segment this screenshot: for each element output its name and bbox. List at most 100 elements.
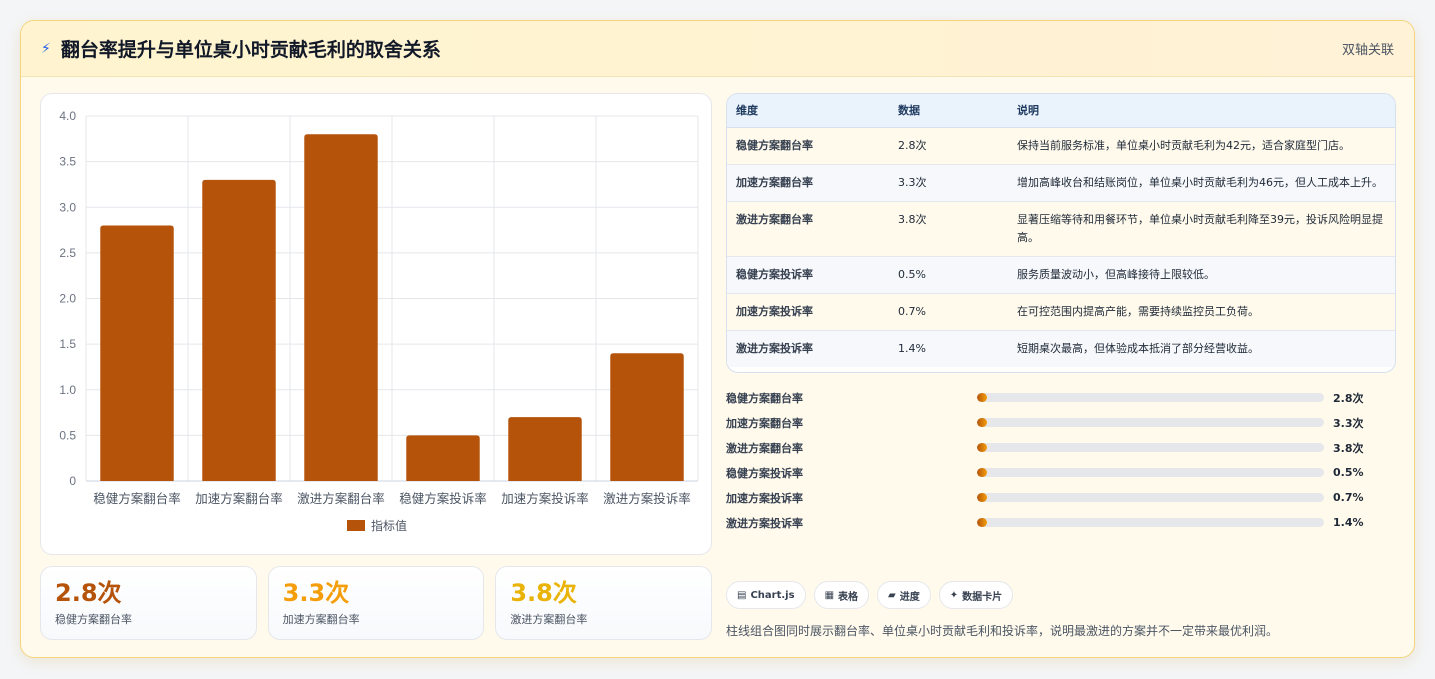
progress-value: 1.4%	[1333, 516, 1364, 529]
table-header-row: 维度 数据 说明	[727, 94, 1395, 128]
progress-row: 加速方案翻台率 3.3次	[726, 410, 1396, 435]
table-header-dim: 维度	[727, 94, 889, 128]
table-header-value: 数据	[889, 94, 1008, 128]
main-card: ⚡ 翻台率提升与单位桌小时贡献毛利的取舍关系 双轴关联 0 0.5 1.0 1.5 2.…	[20, 20, 1415, 658]
progress-value: 3.8次	[1333, 441, 1364, 455]
y-tick-label: 4.0	[59, 109, 76, 123]
table-cell-value: 2.8次	[889, 127, 1008, 165]
card-header: ⚡ 翻台率提升与单位桌小时贡献毛利的取舍关系 双轴关联	[21, 21, 1414, 77]
y-tick-label: 3.0	[59, 200, 76, 214]
x-tick-label: 稳健方案翻台率	[93, 491, 181, 506]
chip-table[interactable]: ▦ 表格	[813, 581, 870, 609]
table-cell-desc: 短期桌次最高，但体验成本抵消了部分经营收益。	[1008, 330, 1395, 367]
progress-icon: ▰	[888, 589, 896, 601]
stat-label: 加速方案翻台率	[282, 613, 360, 626]
stat-value: 3.8次	[510, 579, 577, 607]
bar	[406, 435, 480, 481]
table-cell-dim: 激进方案投诉率	[727, 330, 889, 367]
progress-track	[977, 493, 1324, 502]
table-cell-desc: 服务质量波动小，但高峰接待上限较低。	[1008, 256, 1395, 294]
progress-label: 激进方案翻台率	[726, 441, 803, 455]
chip-label: Chart.js	[750, 589, 795, 601]
table-cell-value: 1.4%	[889, 330, 1008, 367]
footer-note: 柱线组合图同时展示翻台率、单位桌小时贡献毛利和投诉率，说明最激进的方案并不一定带…	[726, 624, 1279, 638]
table-cell-dim: 加速方案投诉率	[727, 293, 889, 331]
data-table: 维度 数据 说明 稳健方案翻台率 2.8次 保持当前服务标准，单位桌小时贡献毛利…	[727, 94, 1395, 367]
chip-progress[interactable]: ▰ 进度	[877, 581, 931, 609]
table-cell-value: 0.7%	[889, 293, 1008, 331]
y-tick-label: 3.5	[59, 155, 76, 169]
bar	[508, 417, 582, 481]
progress-track	[977, 468, 1324, 477]
progress-value: 3.3次	[1333, 416, 1364, 430]
x-tick-label: 加速方案投诉率	[501, 491, 589, 506]
table-cell-dim: 激进方案翻台率	[727, 201, 889, 257]
progress-label: 稳健方案投诉率	[726, 466, 803, 480]
stat-card: 3.3次 加速方案翻台率	[267, 566, 485, 640]
chip-chart[interactable]: ▤ Chart.js	[726, 581, 806, 609]
table-panel: 维度 数据 说明 稳健方案翻台率 2.8次 保持当前服务标准，单位桌小时贡献毛利…	[726, 93, 1396, 373]
progress-row: 加速方案投诉率 0.7%	[726, 485, 1396, 510]
progress-value: 0.5%	[1333, 466, 1364, 479]
bar	[202, 179, 276, 481]
progress-track	[977, 393, 1324, 402]
bar	[610, 353, 684, 481]
table-cell-desc: 增加高峰收台和结账岗位，单位桌小时贡献毛利为46元，但人工成本上升。	[1008, 164, 1395, 202]
chip-label: 数据卡片	[962, 591, 1003, 603]
card-icon: ✦	[949, 589, 959, 601]
table-cell-dim: 稳健方案翻台率	[727, 127, 889, 165]
table-header-desc: 说明	[1008, 94, 1395, 128]
progress-fill	[977, 518, 988, 527]
legend-label: 指标值	[371, 518, 407, 533]
page-title: 翻台率提升与单位桌小时贡献毛利的取舍关系	[60, 39, 441, 61]
legend-swatch	[347, 520, 365, 531]
bar	[100, 225, 174, 481]
stat-cards: 2.8次 稳健方案翻台率 3.3次 加速方案翻台率 3.8次 激进方案翻台率	[40, 566, 713, 640]
table-row: 加速方案投诉率 0.7% 在可控范围内提高产能，需要持续监控员工负荷。	[727, 293, 1395, 331]
bar	[304, 134, 378, 481]
table-cell-desc: 保持当前服务标准，单位桌小时贡献毛利为42元，适合家庭型门店。	[1008, 127, 1395, 165]
x-tick-label: 激进方案翻台率	[297, 491, 385, 506]
progress-fill	[977, 393, 988, 402]
table-cell-value: 0.5%	[889, 256, 1008, 294]
y-tick-label: 0	[69, 474, 76, 488]
table-cell-dim: 稳健方案投诉率	[727, 256, 889, 294]
bar-chart: 00.51.01.52.02.53.03.54.0稳健方案翻台率 加速方案翻台率激…	[59, 109, 699, 533]
progress-label: 加速方案投诉率	[726, 491, 803, 505]
stat-value: 3.3次	[282, 579, 350, 607]
progress-list: 稳健方案翻台率 2.8次 加速方案翻台率 3.3次 激进方案翻台率 3.8次 稳健方案…	[726, 385, 1396, 535]
chip-card[interactable]: ✦ 数据卡片	[938, 581, 1014, 609]
table-row: 加速方案翻台率 3.3次 增加高峰收台和结账岗位，单位桌小时贡献毛利为46元，但…	[727, 164, 1395, 202]
stat-value: 2.8次	[55, 579, 122, 607]
progress-fill	[977, 443, 988, 452]
y-tick-label: 1.5	[59, 337, 76, 351]
progress-track	[977, 443, 1324, 452]
lightning-icon: ⚡	[41, 40, 51, 57]
progress-row: 稳健方案翻台率 2.8次	[726, 385, 1396, 410]
table-cell-value: 3.3次	[889, 164, 1008, 202]
chart-icon: ▤	[737, 589, 747, 601]
y-tick-label: 2.0	[59, 292, 76, 306]
progress-label: 激进方案投诉率	[726, 516, 803, 530]
table-icon: ▦	[824, 589, 835, 601]
progress-track	[977, 518, 1324, 527]
progress-row: 激进方案投诉率 1.4%	[726, 510, 1396, 535]
progress-label: 稳健方案翻台率	[726, 391, 803, 405]
progress-row: 激进方案翻台率 3.8次	[726, 435, 1396, 460]
progress-label: 加速方案翻台率	[726, 416, 803, 430]
title-wrap: ⚡ 翻台率提升与单位桌小时贡献毛利的取舍关系	[41, 35, 441, 62]
stat-label: 激进方案翻台率	[510, 613, 588, 626]
y-tick-label: 1.0	[59, 383, 76, 397]
x-tick-label: 加速方案翻台率	[195, 491, 283, 506]
progress-value: 0.7%	[1333, 491, 1364, 504]
table-row: 稳健方案翻台率 2.8次 保持当前服务标准，单位桌小时贡献毛利为42元，适合家庭…	[727, 127, 1395, 165]
progress-fill	[977, 493, 988, 502]
progress-value: 2.8次	[1333, 391, 1364, 405]
header-tag: 双轴关联	[1341, 43, 1394, 58]
stat-card: 3.8次 激进方案翻台率	[495, 566, 713, 640]
table-cell-dim: 加速方案翻台率	[727, 164, 889, 202]
stat-label: 稳健方案翻台率	[55, 613, 132, 626]
table-cell-value: 3.8次	[889, 201, 1008, 257]
table-cell-desc: 在可控范围内提高产能，需要持续监控员工负荷。	[1008, 293, 1395, 331]
chip-row: ▤ Chart.js ▦ 表格 ▰ 进度 ✦ 数据卡片	[726, 581, 1014, 609]
